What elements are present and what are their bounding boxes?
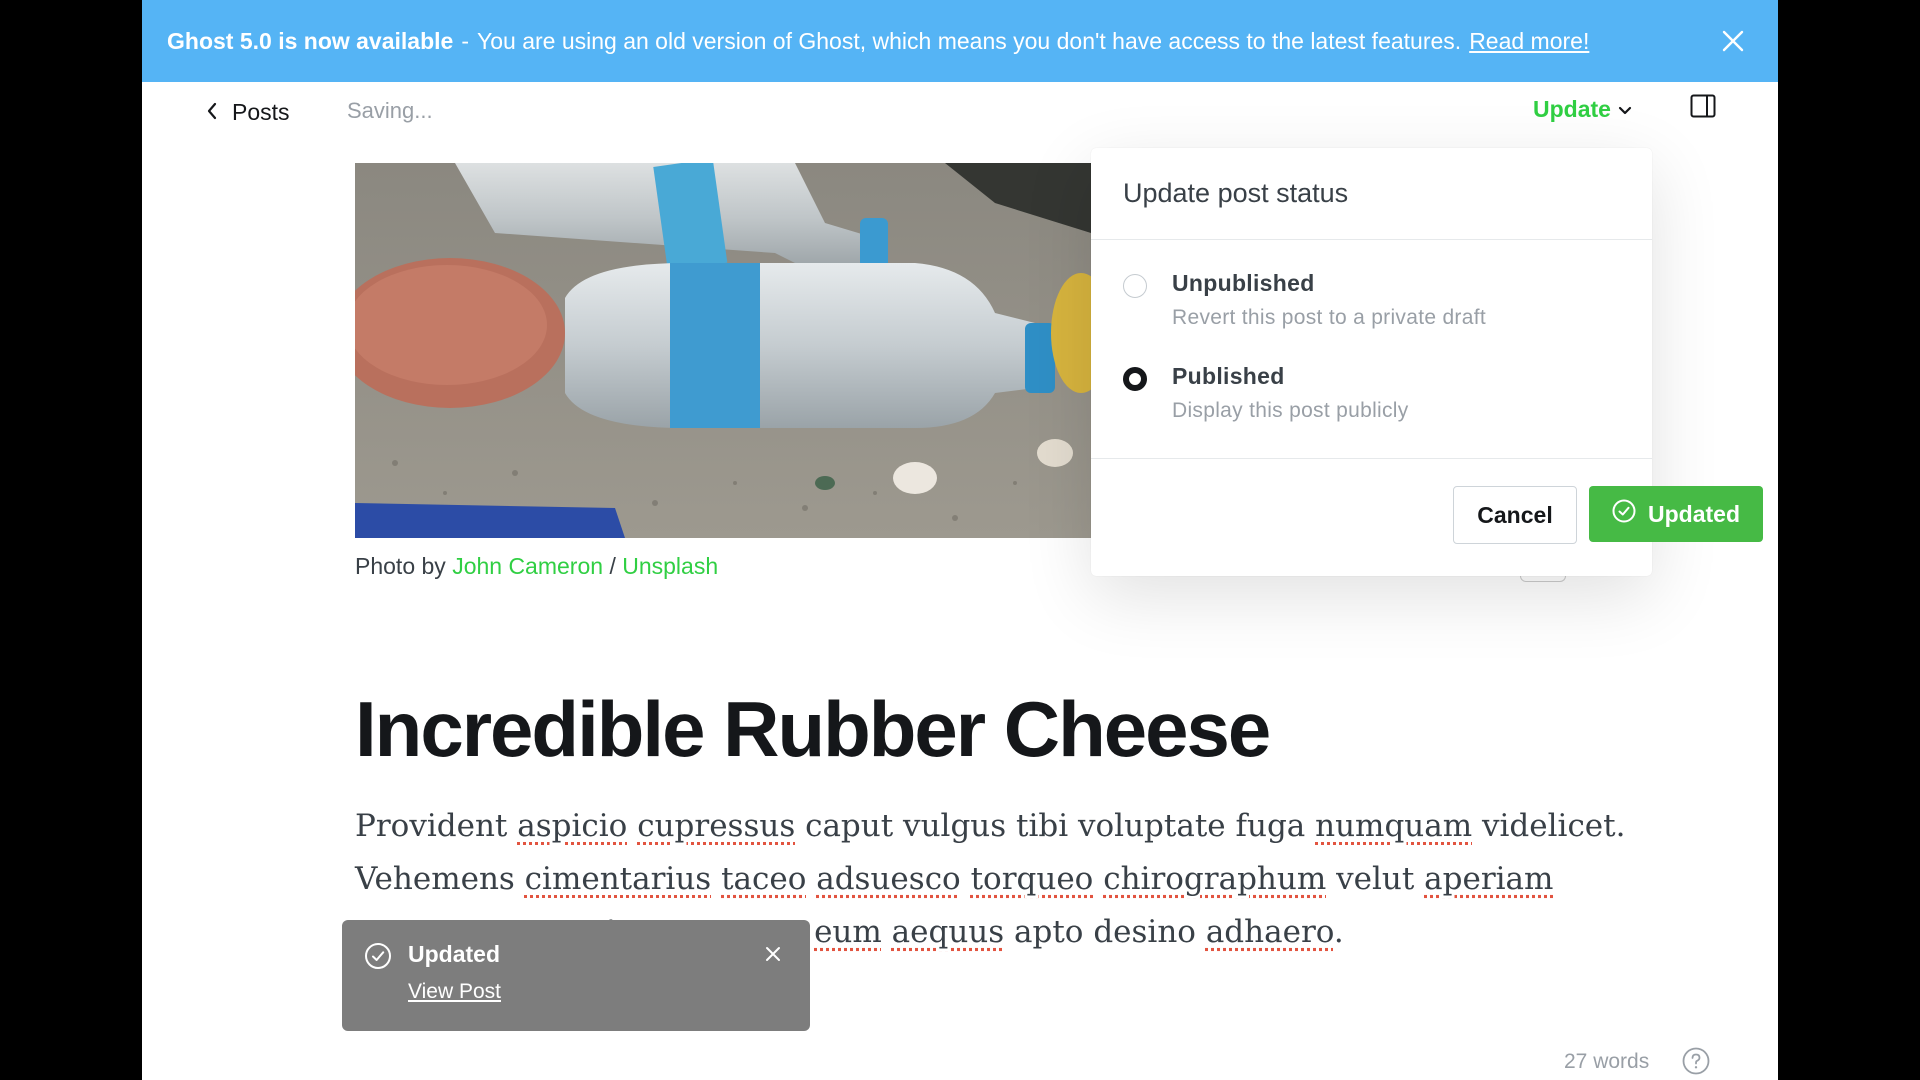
spellcheck-word: taceo [721,861,807,897]
sidebar-toggle-icon[interactable] [1690,94,1716,123]
divider [1091,458,1652,459]
view-post-link[interactable]: View Post [408,980,501,1004]
option-description: Display this post publicly [1172,399,1409,422]
spellcheck-word: eum [814,914,882,950]
option-title: Unpublished [1172,270,1315,296]
spellcheck-word: adsuesco [816,861,961,897]
close-icon[interactable] [765,946,781,967]
spellcheck-word: adhaero [1205,914,1334,950]
back-label: Posts [232,98,290,125]
banner-message: You are using an old version of Ghost, w… [477,27,1462,54]
publish-menu-heading: Update post status [1091,148,1652,240]
post-title[interactable]: Incredible Rubber Cheese [355,684,1271,775]
feature-image[interactable] [355,163,1091,538]
option-title: Published [1172,363,1285,389]
help-circle-icon[interactable] [1682,1047,1710,1075]
back-to-posts-link[interactable]: Posts [206,95,290,129]
update-label: Update [1533,96,1611,122]
option-published[interactable]: Published Display this post publicly [1123,363,1409,423]
check-circle-icon [364,942,392,975]
spellcheck-word: numquam [1315,808,1473,844]
body-text [711,861,721,897]
body-text [882,914,892,950]
body-text [627,808,637,844]
cancel-button[interactable]: Cancel [1453,486,1577,544]
word-count: 27 words [1564,1050,1650,1073]
radio-unpublished[interactable] [1123,274,1147,298]
banner-separator: - [461,27,469,54]
spellcheck-word: aperiam [1424,861,1554,897]
banner-read-more-link[interactable]: Read more! [1469,28,1589,55]
banner-title: Ghost 5.0 is now available [167,27,454,54]
body-text [1093,861,1103,897]
updated-label: Updated [1648,500,1740,527]
editor-window: Ghost 5.0 is now available - You are usi… [142,0,1778,1080]
body-text: apto desino [1004,914,1206,950]
chevron-left-icon [206,99,232,126]
close-icon[interactable] [1718,26,1748,56]
body-text: . [1333,914,1344,950]
check-circle-icon [1612,499,1648,529]
updated-button[interactable]: Updated [1589,486,1763,542]
upgrade-banner: Ghost 5.0 is now available - You are usi… [142,0,1778,82]
publish-menu: Update post status Unpublished Revert th… [1091,148,1763,576]
radio-published[interactable] [1123,367,1147,391]
caption-separator: / [609,553,616,579]
chevron-down-icon [1611,96,1633,123]
caption-prefix: Photo by [355,553,446,579]
spellcheck-word: chirographum [1103,861,1327,897]
save-status: Saving... [347,98,433,123]
body-text [806,861,816,897]
spellcheck-word: aspicio [517,808,628,844]
update-dropdown-button[interactable]: Update [1533,96,1633,123]
body-text: Provident [355,808,518,844]
body-text: velut [1326,861,1425,897]
option-unpublished[interactable]: Unpublished Revert this post to a privat… [1123,270,1486,330]
spellcheck-word: aequus [891,914,1005,950]
caption-source-link[interactable]: Unsplash [622,553,718,579]
notification-toast: Updated View Post [342,920,810,1031]
option-description: Revert this post to a private draft [1172,306,1486,329]
toast-title: Updated [408,941,500,967]
spellcheck-word: torqueo [970,861,1094,897]
image-caption[interactable]: Photo by John Cameron / Unsplash [355,553,718,580]
spellcheck-word: cimentarius [524,861,712,897]
caption-author-link[interactable]: John Cameron [452,553,603,579]
body-text [961,861,971,897]
body-text: caput vulgus tibi voluptate fuga [795,808,1316,844]
spellcheck-word: cupressus [637,808,796,844]
